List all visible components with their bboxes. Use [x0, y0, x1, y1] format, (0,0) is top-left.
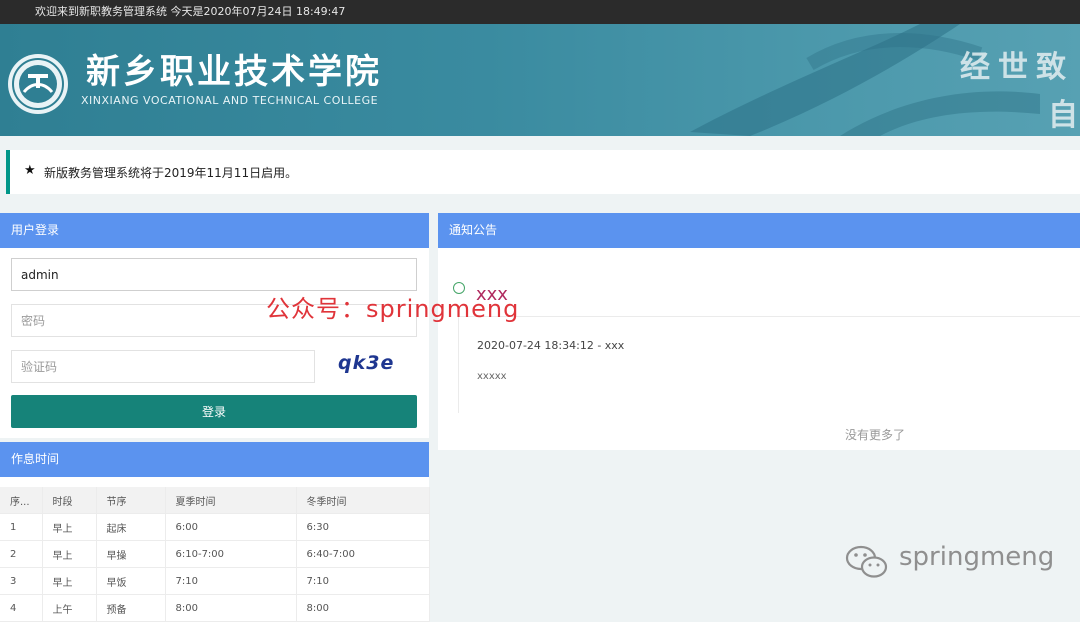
welcome-text: 欢迎来到新职教务管理系统 今天是2020年07月24日 18:49:47	[35, 5, 346, 18]
schedule-panel-header: 作息时间	[0, 442, 429, 477]
table-cell: 早上	[42, 567, 97, 595]
table-cell: 起床	[96, 513, 166, 541]
table-cell: 7:10	[296, 567, 430, 595]
table-cell: 2	[0, 540, 43, 568]
table-cell: 早饭	[96, 567, 166, 595]
table-cell: 6:40-7:00	[296, 540, 430, 568]
captcha-input[interactable]	[11, 350, 315, 383]
no-more-text: 没有更多了	[845, 428, 906, 442]
announcement-divider	[458, 316, 1080, 317]
table-header-row: 序... 时段 节序 夏季时间 冬季时间	[0, 487, 430, 514]
table-cell: 早上	[42, 513, 97, 541]
table-row[interactable]: 3 早上 早饭 7:10 7:10	[0, 567, 430, 595]
table-cell: 8:00	[296, 594, 430, 622]
username-input[interactable]	[11, 258, 417, 291]
system-notice: ★ 新版教务管理系统将于2019年11月11日启用。	[6, 150, 1080, 194]
motto-line-2: 自	[1048, 98, 1078, 133]
column-header-session[interactable]: 节序	[96, 487, 166, 514]
schedule-panel-title: 作息时间	[11, 452, 60, 466]
wechat-icon	[845, 545, 888, 578]
table-row[interactable]: 4 上午 预备 8:00 8:00	[0, 594, 430, 622]
college-emblem-icon	[8, 54, 68, 114]
column-header-period[interactable]: 时段	[42, 487, 97, 514]
table-cell: 6:00	[165, 513, 297, 541]
table-cell: 1	[0, 513, 43, 541]
table-cell: 上午	[42, 594, 97, 622]
star-icon: ★	[24, 163, 36, 178]
motto-line-1: 经世致	[960, 50, 1074, 85]
table-cell: 6:30	[296, 513, 430, 541]
table-cell: 7:10	[165, 567, 297, 595]
table-cell: 6:10-7:00	[165, 540, 297, 568]
table-cell: 预备	[96, 594, 166, 622]
notice-text: 新版教务管理系统将于2019年11月11日启用。	[44, 166, 298, 180]
gray-watermark-text: springmeng	[899, 542, 1055, 572]
timeline-line	[458, 317, 459, 413]
login-panel-title: 用户登录	[11, 223, 60, 237]
table-cell: 3	[0, 567, 43, 595]
table-cell: 8:00	[165, 594, 297, 622]
college-banner: 新乡职业技术学院 XINXIANG VOCATIONAL AND TECHNIC…	[0, 24, 1080, 136]
table-cell: 4	[0, 594, 43, 622]
announcement-meta: 2020-07-24 18:34:12 - xxx	[477, 339, 625, 352]
table-cell: 早上	[42, 540, 97, 568]
announce-panel-header: 通知公告	[438, 213, 1080, 248]
schedule-table: 序... 时段 节序 夏季时间 冬季时间 1 早上 起床 6:00 6:30 2…	[0, 487, 430, 622]
login-button[interactable]: 登录	[11, 395, 417, 428]
captcha-image[interactable]: qk3e	[338, 352, 394, 374]
table-cell: 早操	[96, 540, 166, 568]
login-panel-header: 用户登录	[0, 213, 429, 248]
top-bar: 欢迎来到新职教务管理系统 今天是2020年07月24日 18:49:47	[0, 0, 1080, 24]
red-watermark: 公众号：springmeng	[266, 295, 520, 323]
college-name-en: XINXIANG VOCATIONAL AND TECHNICAL COLLEG…	[81, 94, 379, 107]
column-header-winter[interactable]: 冬季时间	[296, 487, 430, 514]
column-header-index[interactable]: 序...	[0, 487, 43, 514]
announcement-content: xxxxx	[477, 371, 507, 382]
column-header-summer[interactable]: 夏季时间	[165, 487, 297, 514]
table-row[interactable]: 2 早上 早操 6:10-7:00 6:40-7:00	[0, 540, 430, 568]
table-row[interactable]: 1 早上 起床 6:00 6:30	[0, 513, 430, 541]
announce-panel-title: 通知公告	[449, 223, 498, 237]
college-name-cn: 新乡职业技术学院	[86, 52, 382, 92]
